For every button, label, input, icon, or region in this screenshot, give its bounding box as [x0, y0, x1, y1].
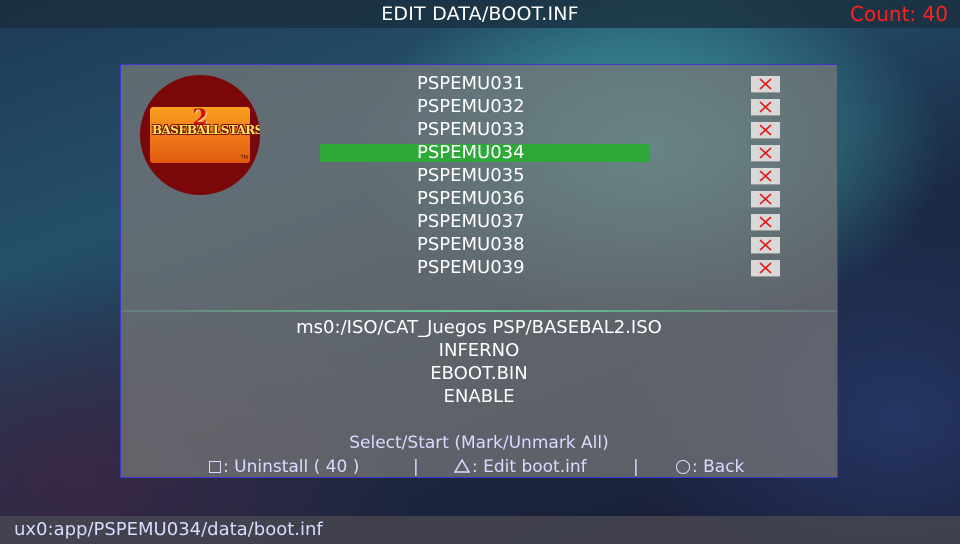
mark-checkbox[interactable] [751, 237, 780, 254]
boot-inf-path: ux0:app/PSPEMU034/data/boot.inf [14, 519, 323, 540]
button-hints: : Uninstall ( 40 ) | : Edit boot.inf | :… [121, 457, 837, 479]
close-x-icon [759, 239, 772, 251]
count-label: Count: 40 [850, 2, 948, 26]
mark-checkbox[interactable] [751, 145, 780, 162]
mark-checkbox[interactable] [751, 260, 780, 277]
top-bar: EDIT DATA/BOOT.INF Count: 40 [0, 0, 960, 28]
mark-checkbox[interactable] [751, 76, 780, 93]
state-value: ENABLE [443, 386, 515, 407]
list-item[interactable]: PSPEMU036 [121, 187, 837, 210]
section-divider [121, 310, 837, 312]
mark-checkbox[interactable] [751, 191, 780, 208]
list-item[interactable]: PSPEMU034 [121, 141, 837, 164]
list-item[interactable]: PSPEMU032 [121, 95, 837, 118]
close-x-icon [759, 78, 772, 90]
list-item[interactable]: PSPEMU037 [121, 210, 837, 233]
close-x-icon [759, 147, 772, 159]
close-x-icon [759, 262, 772, 274]
separator: | [633, 457, 639, 477]
driver-value: INFERNO [438, 340, 520, 361]
close-x-icon [759, 124, 772, 136]
iso-path: ms0:/ISO/CAT_Juegos PSP/BASEBAL2.ISO [296, 317, 662, 338]
circle-button-icon [676, 460, 690, 474]
mark-checkbox[interactable] [751, 168, 780, 185]
list-item-name: PSPEMU037 [417, 211, 525, 232]
list-item-name: PSPEMU033 [417, 119, 525, 140]
close-x-icon [759, 170, 772, 182]
list-item-name: PSPEMU032 [417, 96, 525, 117]
uninstall-control[interactable]: : Uninstall ( 40 ) [209, 457, 359, 477]
list-item-name: PSPEMU038 [417, 234, 525, 255]
list-item[interactable]: PSPEMU039 [121, 256, 837, 279]
mark-all-hint: Select/Start (Mark/Unmark All) [349, 433, 609, 453]
back-control[interactable]: : Back [676, 457, 744, 477]
separator: | [413, 457, 419, 477]
executable-value: EBOOT.BIN [430, 363, 528, 384]
main-panel: 2 BASEBALLSTARS TM PSPEMU031 PSPEMU032 PSP… [120, 64, 838, 478]
triangle-button-icon [454, 459, 470, 473]
list-item[interactable]: PSPEMU035 [121, 164, 837, 187]
back-label: : Back [692, 457, 745, 477]
close-x-icon [759, 216, 772, 228]
mark-checkbox[interactable] [751, 214, 780, 231]
list-item-name: PSPEMU031 [417, 73, 525, 94]
list-item-name: PSPEMU036 [417, 188, 525, 209]
list-item-name: PSPEMU039 [417, 257, 525, 278]
list-item[interactable]: PSPEMU031 [121, 72, 837, 95]
list-item[interactable]: PSPEMU033 [121, 118, 837, 141]
list-item-name: PSPEMU034 [417, 142, 525, 163]
status-bar: ux0:app/PSPEMU034/data/boot.inf [0, 516, 960, 544]
mark-checkbox[interactable] [751, 99, 780, 116]
mark-checkbox[interactable] [751, 122, 780, 139]
page-title: EDIT DATA/BOOT.INF [381, 3, 579, 25]
list-item[interactable]: PSPEMU038 [121, 233, 837, 256]
list-item-name: PSPEMU035 [417, 165, 525, 186]
edit-label: : Edit boot.inf [472, 457, 587, 477]
close-x-icon [759, 101, 772, 113]
close-x-icon [759, 193, 772, 205]
edit-control[interactable]: : Edit boot.inf [454, 457, 587, 477]
square-button-icon [209, 461, 221, 473]
uninstall-label: : Uninstall ( 40 ) [223, 457, 360, 477]
